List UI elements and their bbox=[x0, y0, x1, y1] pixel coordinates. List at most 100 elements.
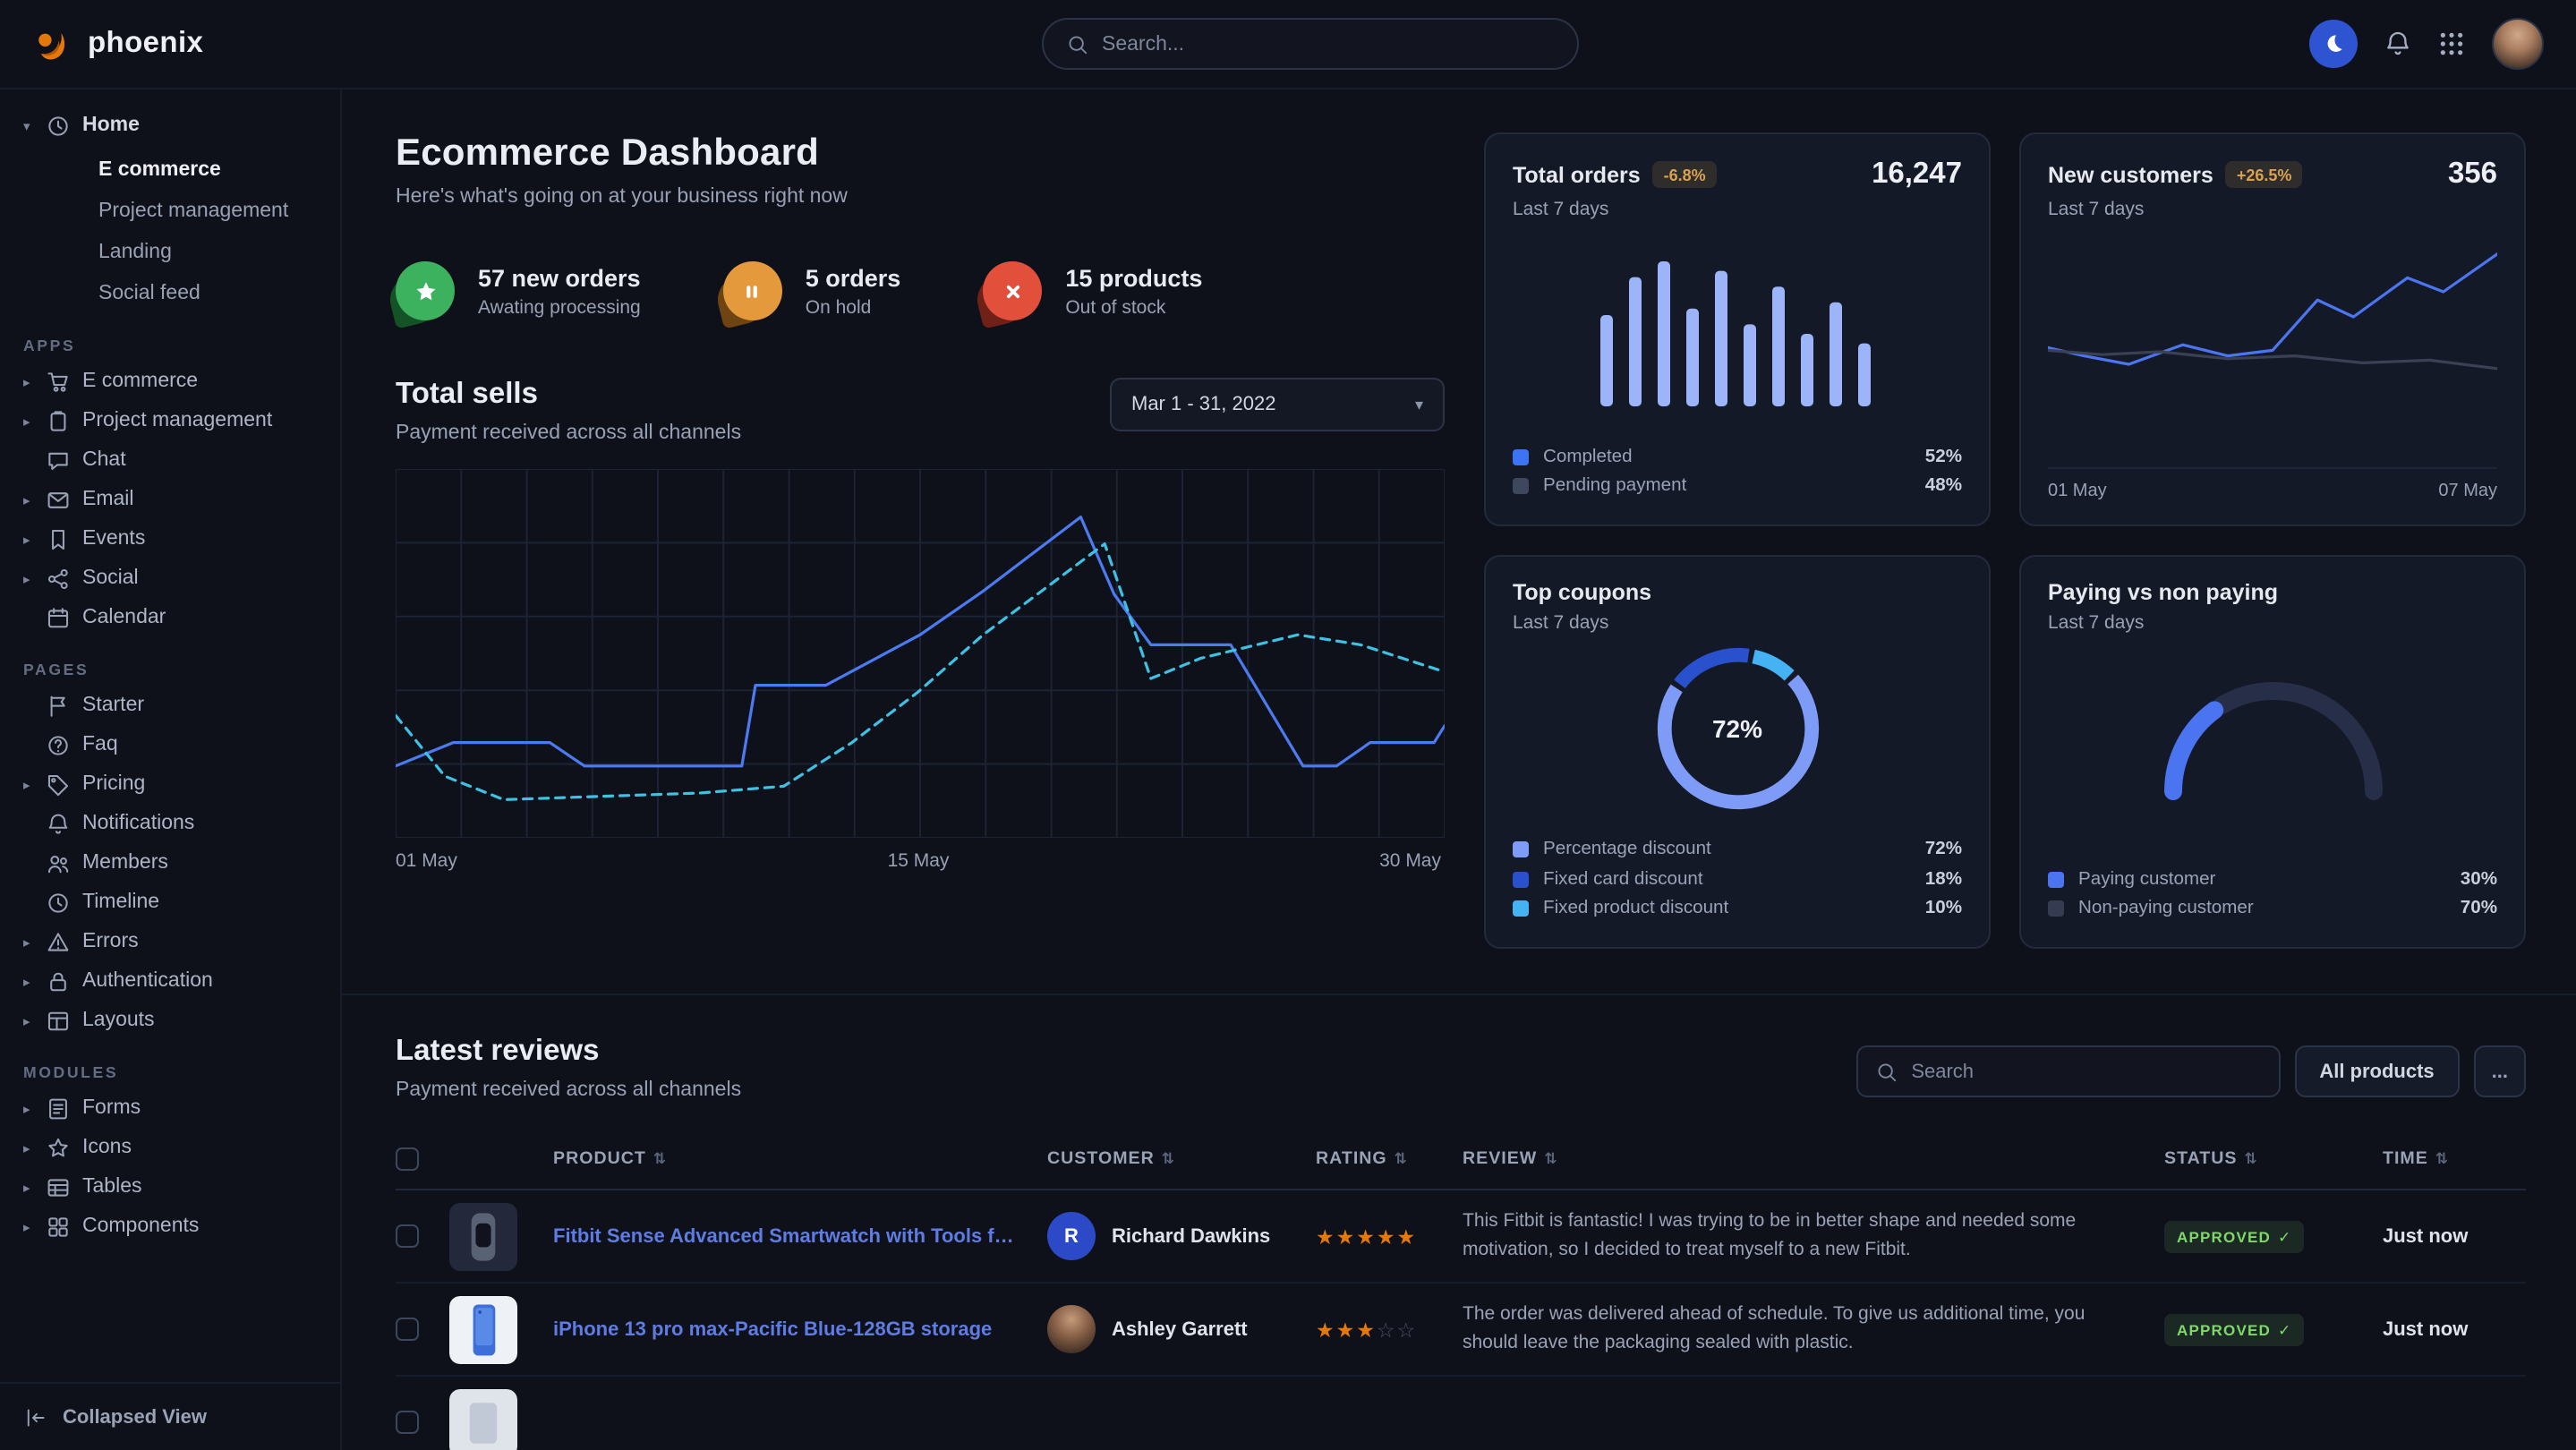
sidebar-item-faq[interactable]: Faq bbox=[0, 725, 340, 764]
sidebar-item-errors[interactable]: ▸Errors bbox=[0, 922, 340, 961]
search-icon bbox=[1875, 1061, 1897, 1082]
column-header-product[interactable]: PRODUCT bbox=[553, 1149, 646, 1169]
sort-icon[interactable]: ⇅ bbox=[2435, 1149, 2449, 1169]
sidebar-item-calendar[interactable]: Calendar bbox=[0, 598, 340, 637]
more-options-button[interactable]: ... bbox=[2474, 1045, 2526, 1097]
sidebar-item-label: Notifications bbox=[82, 813, 194, 834]
chevron-down-icon: ▾ bbox=[23, 117, 47, 133]
total-orders-card: Total orders -6.8% 16,247 Last 7 days Co… bbox=[1484, 132, 1991, 526]
sidebar-item-forms[interactable]: ▸Forms bbox=[0, 1088, 340, 1128]
sidebar-item-label: Home bbox=[82, 115, 140, 136]
column-header-time[interactable]: TIME bbox=[2383, 1149, 2428, 1169]
sidebar-item-layouts[interactable]: ▸ Layouts bbox=[0, 1001, 340, 1040]
sidebar-item-project-management[interactable]: Project management bbox=[98, 190, 340, 231]
sidebar-item-icons[interactable]: ▸Icons bbox=[0, 1128, 340, 1167]
paying-legend: Paying customer30%Non-paying customer70% bbox=[2048, 865, 2497, 924]
top-coupons-card: Top coupons Last 7 days 72% Percentage d… bbox=[1484, 555, 1991, 949]
sort-icon[interactable]: ⇅ bbox=[653, 1149, 667, 1169]
legend-value: 18% bbox=[1925, 870, 1962, 890]
sidebar-item-label: Starter bbox=[82, 695, 144, 716]
row-checkbox[interactable] bbox=[396, 1224, 419, 1248]
check-icon: ✓ bbox=[2278, 1227, 2291, 1247]
sidebar-item-members[interactable]: Members bbox=[0, 843, 340, 883]
sidebar-item-landing[interactable]: Landing bbox=[98, 231, 340, 272]
product-link[interactable]: Fitbit Sense Advanced Smartwatch with To… bbox=[553, 1225, 1015, 1247]
total-orders-value: 16,247 bbox=[1872, 158, 1962, 192]
brand-home-link[interactable]: phoenix bbox=[32, 22, 203, 65]
chevron-right-icon: ▸ bbox=[23, 1218, 47, 1234]
collapsed-view-toggle[interactable]: Collapsed View bbox=[0, 1382, 340, 1450]
clock-icon bbox=[47, 114, 70, 137]
dashboard-section: Ecommerce Dashboard Here's what's going … bbox=[342, 90, 2576, 994]
bell-icon bbox=[2384, 30, 2411, 57]
chevron-right-icon: ▸ bbox=[23, 1012, 47, 1028]
sidebar-item-label: Timeline bbox=[82, 891, 159, 913]
select-all-checkbox[interactable] bbox=[396, 1147, 419, 1171]
reviews-search-input[interactable] bbox=[1911, 1061, 2260, 1082]
users-icon bbox=[47, 851, 70, 874]
sort-icon[interactable]: ⇅ bbox=[1395, 1149, 1408, 1169]
date-range-select[interactable]: Mar 1 - 31, 2022 ▾ bbox=[1110, 378, 1445, 431]
paying-vs-nonpaying-card: Paying vs non paying Last 7 days Paying … bbox=[2019, 555, 2526, 949]
lock-icon bbox=[47, 969, 70, 993]
global-search-input[interactable] bbox=[1102, 33, 1553, 55]
sidebar-item-home[interactable]: ▾ Home bbox=[0, 104, 340, 147]
sidebar-item-social-feed[interactable]: Social feed bbox=[98, 272, 340, 313]
sidebar-item-starter[interactable]: Starter bbox=[0, 686, 340, 725]
sidebar-item-project-management[interactable]: ▸Project management bbox=[0, 401, 340, 440]
sidebar-item-email[interactable]: ▸Email bbox=[0, 480, 340, 519]
sidebar-item-authentication[interactable]: ▸Authentication bbox=[0, 961, 340, 1001]
brand-name: phoenix bbox=[88, 27, 203, 61]
product-link[interactable]: iPhone 13 pro max-Pacific Blue-128GB sto… bbox=[553, 1318, 1015, 1340]
legend-value: 10% bbox=[1925, 900, 1962, 919]
sidebar-item-e-commerce[interactable]: E commerce bbox=[98, 149, 340, 190]
coupons-donut-chart: 72% bbox=[1650, 641, 1825, 816]
sidebar-item-events[interactable]: ▸Events bbox=[0, 519, 340, 559]
card-period: Last 7 days bbox=[1513, 612, 1962, 634]
sort-icon[interactable]: ⇅ bbox=[2244, 1149, 2257, 1169]
all-products-button[interactable]: All products bbox=[2294, 1045, 2459, 1097]
x-badge-icon bbox=[983, 261, 1042, 320]
sidebar-item-label: Components bbox=[82, 1215, 199, 1237]
sidebar-item-chat[interactable]: Chat bbox=[0, 440, 340, 480]
notifications-button[interactable] bbox=[2384, 30, 2411, 57]
sidebar-item-label: Layouts bbox=[82, 1010, 155, 1031]
user-avatar[interactable] bbox=[2492, 18, 2544, 70]
sort-icon[interactable]: ⇅ bbox=[1162, 1149, 1175, 1169]
product-thumbnail[interactable] bbox=[449, 1388, 517, 1450]
column-header-customer[interactable]: CUSTOMER bbox=[1047, 1149, 1155, 1169]
row-checkbox[interactable] bbox=[396, 1318, 419, 1341]
product-thumbnail[interactable] bbox=[449, 1202, 517, 1270]
trend-badge: -6.8% bbox=[1653, 161, 1717, 188]
apps-grid-button[interactable] bbox=[2438, 30, 2465, 57]
stat-value: 5 orders bbox=[806, 264, 901, 291]
total-sells-subtitle: Payment received across all channels bbox=[396, 422, 741, 444]
sort-icon[interactable]: ⇅ bbox=[1544, 1149, 1557, 1169]
column-header-status[interactable]: STATUS bbox=[2164, 1149, 2237, 1169]
chevron-down-icon: ▾ bbox=[1415, 395, 1423, 414]
sidebar-item-social[interactable]: ▸Social bbox=[0, 559, 340, 598]
column-header-rating[interactable]: RATING bbox=[1316, 1149, 1387, 1169]
sidebar-section-label: MODULES bbox=[23, 1063, 340, 1081]
page-title: Ecommerce Dashboard bbox=[396, 132, 1445, 175]
global-search[interactable] bbox=[1041, 18, 1578, 70]
row-checkbox[interactable] bbox=[396, 1411, 419, 1434]
sidebar-item-pricing[interactable]: ▸Pricing bbox=[0, 764, 340, 804]
chevron-right-icon: ▸ bbox=[23, 570, 47, 586]
sidebar-item-timeline[interactable]: Timeline bbox=[0, 883, 340, 922]
tag-icon bbox=[47, 772, 70, 796]
layout-icon bbox=[47, 1009, 70, 1032]
column-header-review[interactable]: REVIEW bbox=[1463, 1149, 1537, 1169]
legend-swatch bbox=[1513, 901, 1529, 917]
review-text: The order was delivered ahead of schedul… bbox=[1463, 1301, 2164, 1358]
product-thumbnail[interactable] bbox=[449, 1295, 517, 1363]
customer-avatar: R bbox=[1047, 1212, 1096, 1260]
x-axis-label: 30 May bbox=[1379, 850, 1441, 872]
sidebar-item-e-commerce[interactable]: ▸E commerce bbox=[0, 362, 340, 401]
sidebar-item-notifications[interactable]: Notifications bbox=[0, 804, 340, 843]
reviews-search[interactable] bbox=[1855, 1045, 2280, 1097]
sidebar-item-components[interactable]: ▸ Components bbox=[0, 1207, 340, 1246]
stat-item: 5 ordersOn hold bbox=[723, 261, 901, 320]
sidebar-item-tables[interactable]: ▸Tables bbox=[0, 1167, 340, 1207]
theme-toggle-button[interactable] bbox=[2309, 20, 2358, 68]
